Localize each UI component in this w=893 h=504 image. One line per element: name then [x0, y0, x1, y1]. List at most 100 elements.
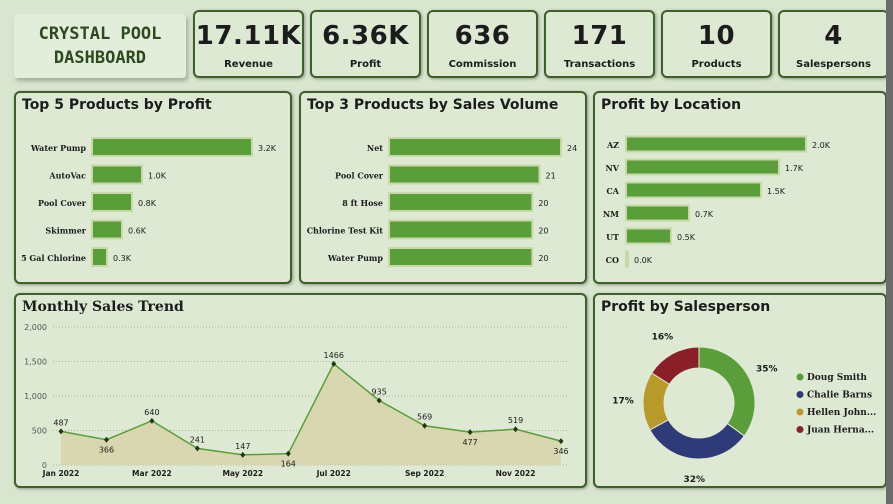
- legend-label: Hellen John...: [807, 408, 876, 418]
- bar-value-label: 20: [538, 227, 548, 236]
- bar-category-label: Water Pump: [30, 143, 87, 153]
- bar: [91, 192, 133, 212]
- panel-top-products-volume: Top 3 Products by Sales Volume Net 24 Pool…: [299, 91, 587, 284]
- window-edge: [886, 0, 893, 504]
- bar-value-label: 0.8K: [138, 199, 157, 208]
- y-tick-label: 1,000: [24, 392, 47, 401]
- legend-label: Chalie Barns: [807, 391, 872, 401]
- x-tick-label: Jan 2022: [42, 469, 80, 478]
- slice-percent-label: 35%: [756, 364, 778, 374]
- bar-value-label: 0.3K: [113, 254, 132, 263]
- bar: [91, 137, 253, 157]
- data-label: 640: [144, 408, 159, 417]
- bar-value-label: 0.6K: [128, 227, 147, 236]
- data-label: 346: [553, 447, 568, 456]
- kpi-products[interactable]: 10 Products: [661, 10, 772, 78]
- legend-marker: [796, 373, 804, 381]
- chart-profit-salesperson: 35% 32% 17% 16% Doug Smith Chalie Barns Hellen…: [612, 332, 876, 485]
- area-fill: [61, 363, 561, 465]
- x-tick-label: May 2022: [222, 469, 263, 478]
- data-label: 935: [372, 387, 387, 396]
- data-label: 147: [235, 442, 250, 451]
- bar-category-label: UT: [606, 232, 619, 242]
- bar: [91, 219, 123, 240]
- kpi-value: 636: [454, 21, 511, 51]
- donut-slice: [698, 346, 756, 437]
- data-label: 1466: [324, 351, 344, 360]
- legend-label: Doug Smith: [807, 373, 867, 383]
- chart-monthly-sales: 05001,0001,5002,000487366640241147164146…: [24, 323, 569, 478]
- x-tick-label: Nov 2022: [496, 469, 536, 478]
- x-tick-label: Jul 2022: [316, 469, 351, 478]
- bar: [625, 135, 807, 153]
- kpi-commission[interactable]: 636 Commission: [427, 10, 538, 78]
- bar-value-label: 3.2K: [258, 144, 277, 153]
- kpi-label: Products: [691, 59, 742, 70]
- kpi-label: Salespersons: [796, 59, 871, 70]
- data-label: 241: [190, 435, 205, 444]
- bar-value-label: 20: [538, 254, 548, 263]
- bar-category-label: AZ: [606, 140, 619, 150]
- data-label: 519: [508, 416, 523, 425]
- bar: [625, 204, 690, 222]
- bar: [91, 247, 108, 267]
- bar-category-label: CA: [606, 186, 619, 196]
- bar: [388, 164, 541, 185]
- x-tick-label: Sep 2022: [405, 469, 444, 478]
- bar-category-label: Pool Cover: [335, 171, 384, 181]
- kpi-salespersons[interactable]: 4 Salespersons: [778, 10, 889, 78]
- panel-profit-salesperson: Profit by Salesperson 35% 32% 17% 16% Doug S…: [593, 293, 887, 488]
- donut-slice: [649, 419, 746, 460]
- chart-top-products-profit: Water Pump 3.2K AutoVac 1.0K Pool Cover 0.8K S…: [21, 137, 277, 267]
- legend-marker: [796, 426, 804, 433]
- bar-value-label: 1.5K: [767, 187, 786, 196]
- legend-marker: [796, 408, 804, 416]
- slice-percent-label: 16%: [652, 332, 674, 342]
- chart-profit-location: AZ 2.0K NV 1.7K CA 1.5K NM 0.7K UT 0.5K CO 0.0K: [603, 135, 831, 268]
- y-tick-label: 2,000: [24, 323, 47, 332]
- y-tick-label: 1,500: [24, 358, 47, 367]
- data-label: 569: [417, 413, 432, 422]
- kpi-profit[interactable]: 6.36K Profit: [310, 10, 421, 78]
- bar-category-label: NV: [605, 163, 619, 173]
- bar-value-label: 20: [538, 199, 548, 208]
- dashboard-title: CRYSTAL POOL DASHBOARD: [38, 24, 162, 68]
- data-label: 477: [462, 438, 477, 447]
- panel-monthly-sales: Monthly Sales Trend 0 500 1,000 1,500 2,000 4…: [14, 293, 587, 488]
- bar-value-label: 0.7K: [695, 210, 714, 219]
- bar-category-label: Pool Cover: [38, 198, 87, 208]
- bar-category-label: Water Pump: [327, 253, 384, 263]
- kpi-revenue[interactable]: 17.11K Revenue: [193, 10, 304, 78]
- bar-value-label: 0.0K: [634, 256, 653, 265]
- slice-percent-label: 17%: [612, 397, 634, 407]
- kpi-value: 6.36K: [322, 21, 409, 51]
- kpi-label: Revenue: [224, 59, 273, 70]
- bar-value-label: 2.0K: [812, 141, 831, 150]
- bar-category-label: AutoVac: [48, 171, 86, 181]
- bar-category-label: NM: [603, 209, 619, 219]
- data-label: 366: [99, 446, 114, 455]
- bar-value-label: 21: [546, 172, 556, 181]
- kpi-transactions[interactable]: 171 Transactions: [544, 10, 655, 78]
- dashboard-title-card: CRYSTAL POOL DASHBOARD: [14, 14, 186, 78]
- panel-top-products-profit: Top 5 Products by Profit Water Pump 3.2K A…: [14, 91, 292, 284]
- kpi-label: Profit: [349, 59, 382, 70]
- kpi-value: 17.11K: [195, 21, 302, 51]
- kpi-value: 171: [571, 21, 628, 51]
- bar: [388, 192, 534, 212]
- y-tick-label: 500: [32, 427, 47, 436]
- data-label: 487: [53, 418, 68, 427]
- bar-value-label: 1.0K: [148, 172, 167, 181]
- bar: [388, 219, 534, 240]
- data-label: 164: [281, 460, 296, 469]
- bar-category-label: Net: [367, 143, 383, 153]
- bar-value-label: 24: [567, 144, 577, 153]
- bar-category-label: 5 Gal Chlorine: [21, 253, 86, 263]
- legend-label: Juan Herna...: [806, 426, 874, 436]
- bar: [91, 164, 143, 185]
- slice-percent-label: 32%: [683, 475, 705, 485]
- kpi-value: 4: [824, 21, 843, 51]
- panel-profit-location: Profit by Location AZ 2.0K NV 1.7K CA 1.5K NM 0…: [593, 91, 887, 284]
- kpi-label: Transactions: [563, 59, 636, 70]
- bar: [625, 227, 672, 245]
